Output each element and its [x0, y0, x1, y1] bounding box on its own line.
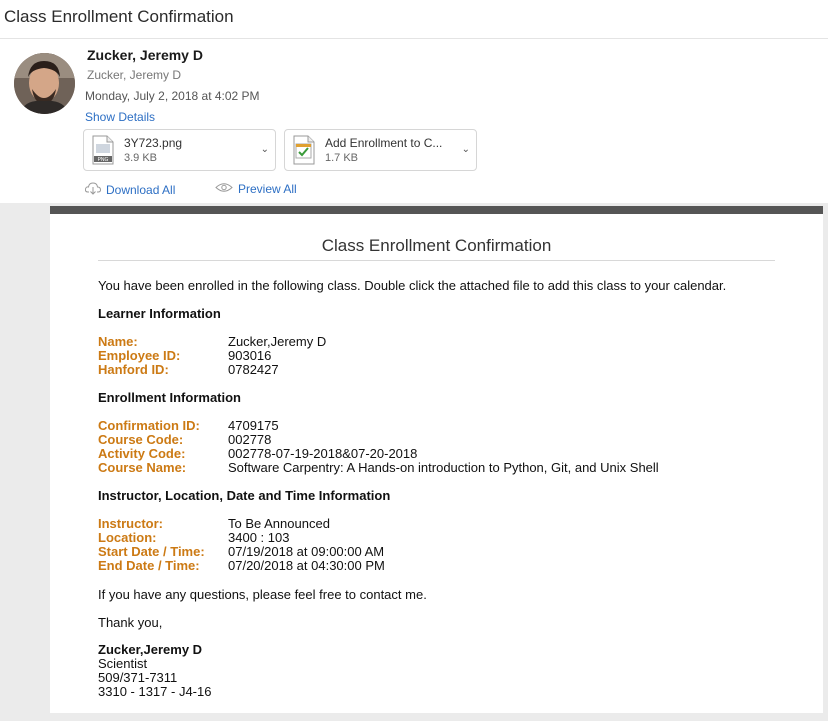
- cloud-download-icon: [84, 182, 102, 198]
- download-all-button[interactable]: Download All: [84, 182, 176, 198]
- field-label: Course Name:: [98, 460, 187, 475]
- field-value: 903016: [228, 348, 272, 363]
- field-value: 002778: [228, 432, 272, 447]
- field-label: Employee ID:: [98, 348, 181, 363]
- field-value: Zucker,Jeremy D: [228, 334, 327, 349]
- attachment-png[interactable]: PNG 3Y723.png 3.9 KB ⌄: [83, 129, 276, 171]
- avatar[interactable]: [14, 53, 75, 114]
- learner-info: Name: Zucker,Jeremy D Employee ID: 903016 …: [98, 335, 326, 377]
- field-label: End Date / Time:: [98, 558, 200, 573]
- show-details-link[interactable]: Show Details: [85, 110, 155, 124]
- field-label: Confirmation ID:: [98, 418, 200, 433]
- email-title: Class Enrollment Confirmation: [321, 236, 552, 255]
- signature-name: Zucker,Jeremy D: [98, 642, 203, 657]
- field-value: 002778-07-19-2018&07-20-2018: [228, 446, 418, 461]
- thanks-text: Thank you,: [98, 615, 163, 630]
- intro-text: You have been enrolled in the following …: [98, 278, 727, 293]
- attachment-name: 3Y723.png: [124, 136, 183, 150]
- email-subject: Class Enrollment Confirmation: [4, 7, 234, 26]
- attachment-size: 3.9 KB: [124, 152, 158, 164]
- chevron-down-icon[interactable]: ⌄: [261, 144, 269, 155]
- download-all-label: Download All: [106, 183, 176, 197]
- learner-heading: Learner Information: [98, 306, 221, 321]
- field-value: 07/20/2018 at 04:30:00 PM: [228, 558, 385, 573]
- title-divider: [98, 260, 775, 261]
- field-label: Name:: [98, 334, 138, 349]
- field-label: Location:: [98, 530, 157, 545]
- questions-text: If you have any questions, please feel f…: [98, 587, 427, 602]
- preview-all-button[interactable]: Preview All: [215, 182, 297, 196]
- field-value: To Be Announced: [228, 516, 330, 531]
- field-label: Instructor:: [98, 516, 163, 531]
- attachment-size: 1.7 KB: [325, 152, 359, 164]
- svg-text:PNG: PNG: [98, 157, 109, 163]
- header-bar: [50, 206, 823, 214]
- field-value: Software Carpentry: A Hands-on introduct…: [228, 460, 659, 475]
- enrollment-info: Confirmation ID: 4709175 Course Code: 0027…: [98, 419, 659, 475]
- sent-date: Monday, July 2, 2018 at 4:02 PM: [85, 89, 260, 103]
- signature-title: Scientist: [98, 656, 148, 671]
- calendar-file-icon: [293, 135, 315, 165]
- instructor-info: Instructor: To Be Announced Location: 3400…: [98, 517, 385, 573]
- instructor-heading: Instructor, Location, Date and Time Info…: [98, 488, 391, 503]
- field-label: Hanford ID:: [98, 362, 169, 377]
- attachment-name: Add Enrollment to C...: [325, 136, 443, 150]
- sender-name: Zucker, Jeremy D: [87, 47, 203, 63]
- png-file-icon: PNG: [92, 135, 114, 165]
- message-body: Class Enrollment Confirmation You have b…: [50, 206, 823, 713]
- field-value: 0782427: [228, 362, 279, 377]
- signature-phone: 509/371-7311: [98, 670, 178, 685]
- field-label: Course Code:: [98, 432, 184, 447]
- enrollment-heading: Enrollment Information: [98, 390, 241, 405]
- eye-icon: [215, 182, 233, 196]
- header-divider: [0, 38, 828, 39]
- attachment-calendar[interactable]: Add Enrollment to C... 1.7 KB ⌄: [284, 129, 477, 171]
- chevron-down-icon[interactable]: ⌄: [462, 144, 470, 155]
- field-value: 4709175: [228, 418, 279, 433]
- field-label: Activity Code:: [98, 446, 186, 461]
- field-value: 3400 : 103: [228, 530, 290, 545]
- signature-office: 3310 - 1317 - J4-16: [98, 684, 212, 699]
- field-label: Start Date / Time:: [98, 544, 205, 559]
- field-value: 07/19/2018 at 09:00:00 AM: [228, 544, 385, 559]
- preview-all-label: Preview All: [238, 182, 297, 196]
- sender-address: Zucker, Jeremy D: [87, 68, 182, 82]
- signature: Zucker,Jeremy D Scientist 509/371-7311 3…: [98, 643, 211, 699]
